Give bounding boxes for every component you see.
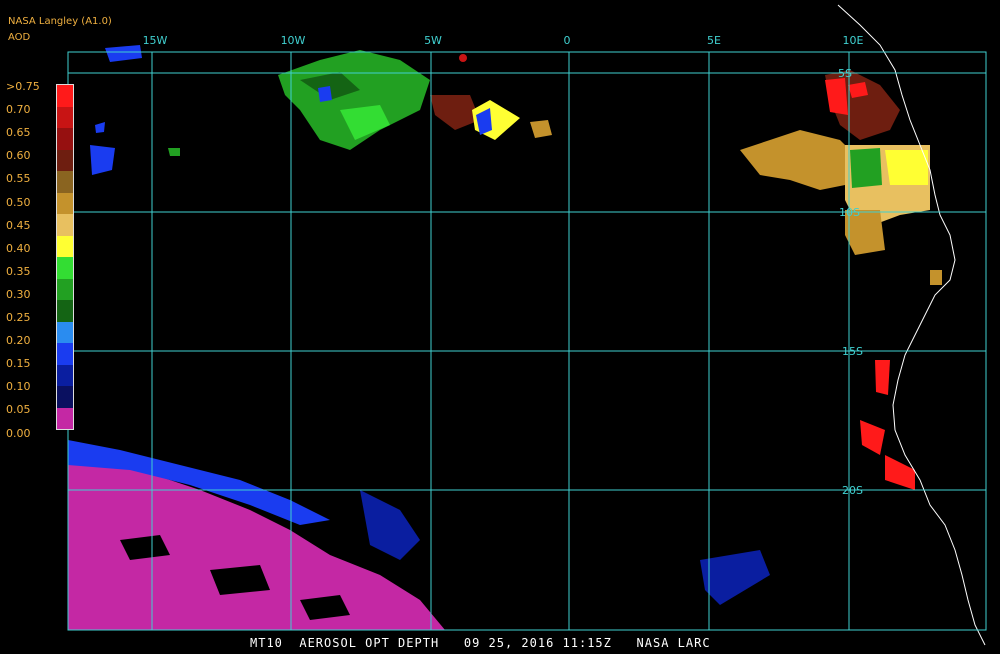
legend-swatch bbox=[57, 364, 73, 387]
legend-label: 0.60 bbox=[6, 149, 31, 163]
legend-label: 0.25 bbox=[6, 311, 31, 324]
legend-swatch bbox=[57, 85, 73, 107]
legend-swatch bbox=[57, 192, 73, 215]
legend-label: 0.05 bbox=[6, 403, 31, 417]
legend-label: 0.15 bbox=[6, 357, 31, 371]
legend-swatch bbox=[57, 278, 73, 301]
map-footer: MT10 AEROSOL OPT DEPTH 09 25, 2016 11:15… bbox=[250, 636, 711, 650]
very-high-aod-patch bbox=[875, 360, 890, 395]
legend-label: 0.50 bbox=[6, 195, 31, 209]
legend-label: >0.75 bbox=[6, 80, 40, 93]
legend-swatch bbox=[57, 214, 73, 236]
legend-label: 0.45 bbox=[6, 218, 31, 232]
legend-swatch bbox=[57, 149, 73, 172]
lon-label-10w: 10W bbox=[281, 34, 306, 47]
map-canvas: 15W 10W 5W 0 5E 10E 5S 10S 15S 20S bbox=[0, 0, 1000, 650]
lat-label-15s: 15S bbox=[842, 345, 863, 358]
legend-swatch bbox=[57, 407, 73, 429]
legend-swatch bbox=[57, 321, 73, 344]
high-aod-patch bbox=[885, 150, 928, 185]
legend-colorbar bbox=[56, 84, 74, 430]
lat-label-5s: 5S bbox=[838, 67, 852, 80]
high-aod-spot bbox=[459, 54, 467, 62]
legend-label: 0.65 bbox=[6, 126, 31, 140]
legend-swatch bbox=[57, 128, 73, 150]
low-aod-spot bbox=[318, 86, 332, 102]
legend-label: 0.70 bbox=[6, 103, 31, 117]
lon-label-5w: 5W bbox=[424, 34, 442, 47]
legend-swatch bbox=[57, 171, 73, 193]
aod-map: 15W 10W 5W 0 5E 10E 5S 10S 15S 20S NASA … bbox=[0, 0, 1000, 650]
legend-label: 0.55 bbox=[6, 172, 31, 186]
legend-swatch bbox=[57, 386, 73, 408]
lon-label-10e: 10E bbox=[843, 34, 864, 47]
legend-label: 0.00 bbox=[6, 426, 31, 440]
lat-label-20s: 20S bbox=[842, 484, 863, 497]
lon-label-15w: 15W bbox=[143, 34, 168, 47]
moderate-aod-spot bbox=[930, 270, 942, 285]
legend-swatch bbox=[57, 257, 73, 279]
legend-label: 0.30 bbox=[6, 287, 31, 301]
legend-label: 0.35 bbox=[6, 264, 31, 278]
medium-aod-spot bbox=[168, 148, 180, 156]
lon-label-5e: 5E bbox=[707, 34, 721, 47]
no-data-gap bbox=[210, 565, 270, 595]
product-title: NASA Langley (A1.0) bbox=[8, 16, 112, 27]
legend-swatch bbox=[57, 106, 73, 129]
legend-swatch bbox=[57, 235, 73, 258]
legend-swatch bbox=[57, 343, 73, 365]
lon-label-0: 0 bbox=[564, 34, 571, 47]
legend-label: 0.20 bbox=[6, 334, 31, 348]
medium-aod-patch bbox=[850, 148, 882, 188]
legend-label: 0.40 bbox=[6, 241, 31, 255]
legend-swatch bbox=[57, 300, 73, 322]
lat-label-10s: 10S bbox=[839, 206, 860, 219]
legend-label: 0.10 bbox=[6, 380, 31, 394]
product-subtitle: AOD bbox=[8, 32, 31, 43]
